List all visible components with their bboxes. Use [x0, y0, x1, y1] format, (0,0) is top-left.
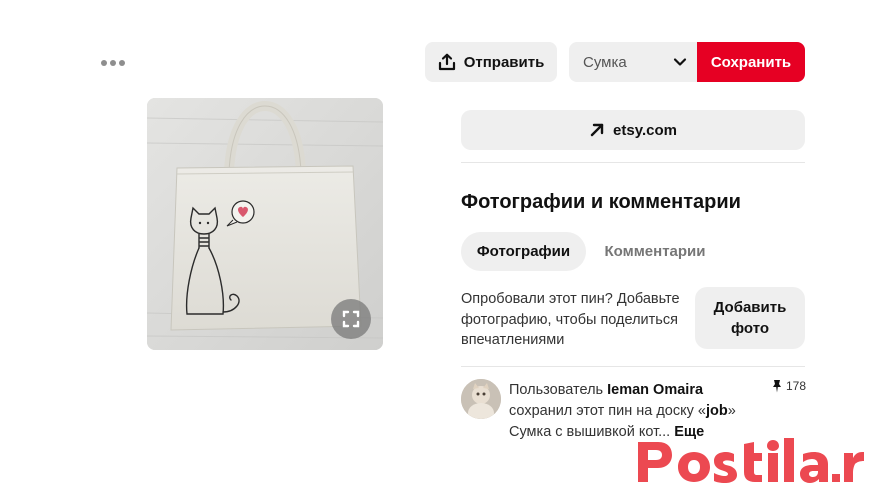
- save-button[interactable]: Сохранить: [697, 42, 805, 82]
- source-link-button[interactable]: etsy.com: [461, 110, 805, 150]
- share-upload-icon: [438, 53, 455, 71]
- divider: [461, 366, 805, 367]
- board-open-quote: «: [697, 403, 706, 419]
- save-button-label: Сохранить: [710, 53, 792, 71]
- watermark-logo: [638, 438, 864, 483]
- activity-prefix: Пользователь: [509, 382, 608, 398]
- divider: [461, 162, 805, 163]
- pin-image[interactable]: [147, 98, 383, 350]
- avatar-image: [461, 379, 501, 419]
- try-pin-prompt: Опробовали этот пин? Добавьте фотографию…: [461, 291, 680, 348]
- pin-count: 178: [771, 379, 806, 393]
- avatar[interactable]: [461, 379, 501, 419]
- dot: [101, 60, 107, 66]
- more-options-icon[interactable]: [101, 58, 127, 68]
- activity-saved-text: сохранил этот пин на доску: [509, 403, 698, 419]
- board-select[interactable]: Сумка: [569, 42, 697, 82]
- add-photo-label-line2: фото: [730, 320, 770, 337]
- board-close-quote: »: [727, 403, 736, 419]
- activity-user-name[interactable]: Ieman Omaira: [607, 382, 703, 398]
- add-photo-button[interactable]: Добавить фото: [695, 287, 805, 349]
- tab-comments-label: Комментарии: [604, 243, 706, 260]
- expand-icon[interactable]: [331, 299, 371, 339]
- chevron-down-icon: [673, 58, 687, 66]
- pin-count-value: 178: [786, 379, 807, 393]
- source-link-label: etsy.com: [613, 121, 677, 139]
- pushpin-icon: [773, 380, 781, 393]
- tab-photos[interactable]: Фотографии: [461, 232, 586, 271]
- dot: [119, 60, 125, 66]
- tab-comments[interactable]: Комментарии: [594, 232, 716, 271]
- expand-glyph: [342, 310, 360, 328]
- board-select-value: Сумка: [583, 53, 627, 71]
- section-title: Фотографии и комментарии: [461, 191, 741, 213]
- add-photo-label-line1: Добавить: [713, 299, 787, 316]
- dot: [110, 60, 116, 66]
- arrow-up-right-icon: [590, 123, 604, 137]
- send-button[interactable]: Отправить: [425, 42, 557, 82]
- tab-photos-label: Фотографии: [476, 243, 571, 260]
- send-button-label: Отправить: [463, 53, 545, 71]
- activity-board-link[interactable]: job: [706, 403, 728, 419]
